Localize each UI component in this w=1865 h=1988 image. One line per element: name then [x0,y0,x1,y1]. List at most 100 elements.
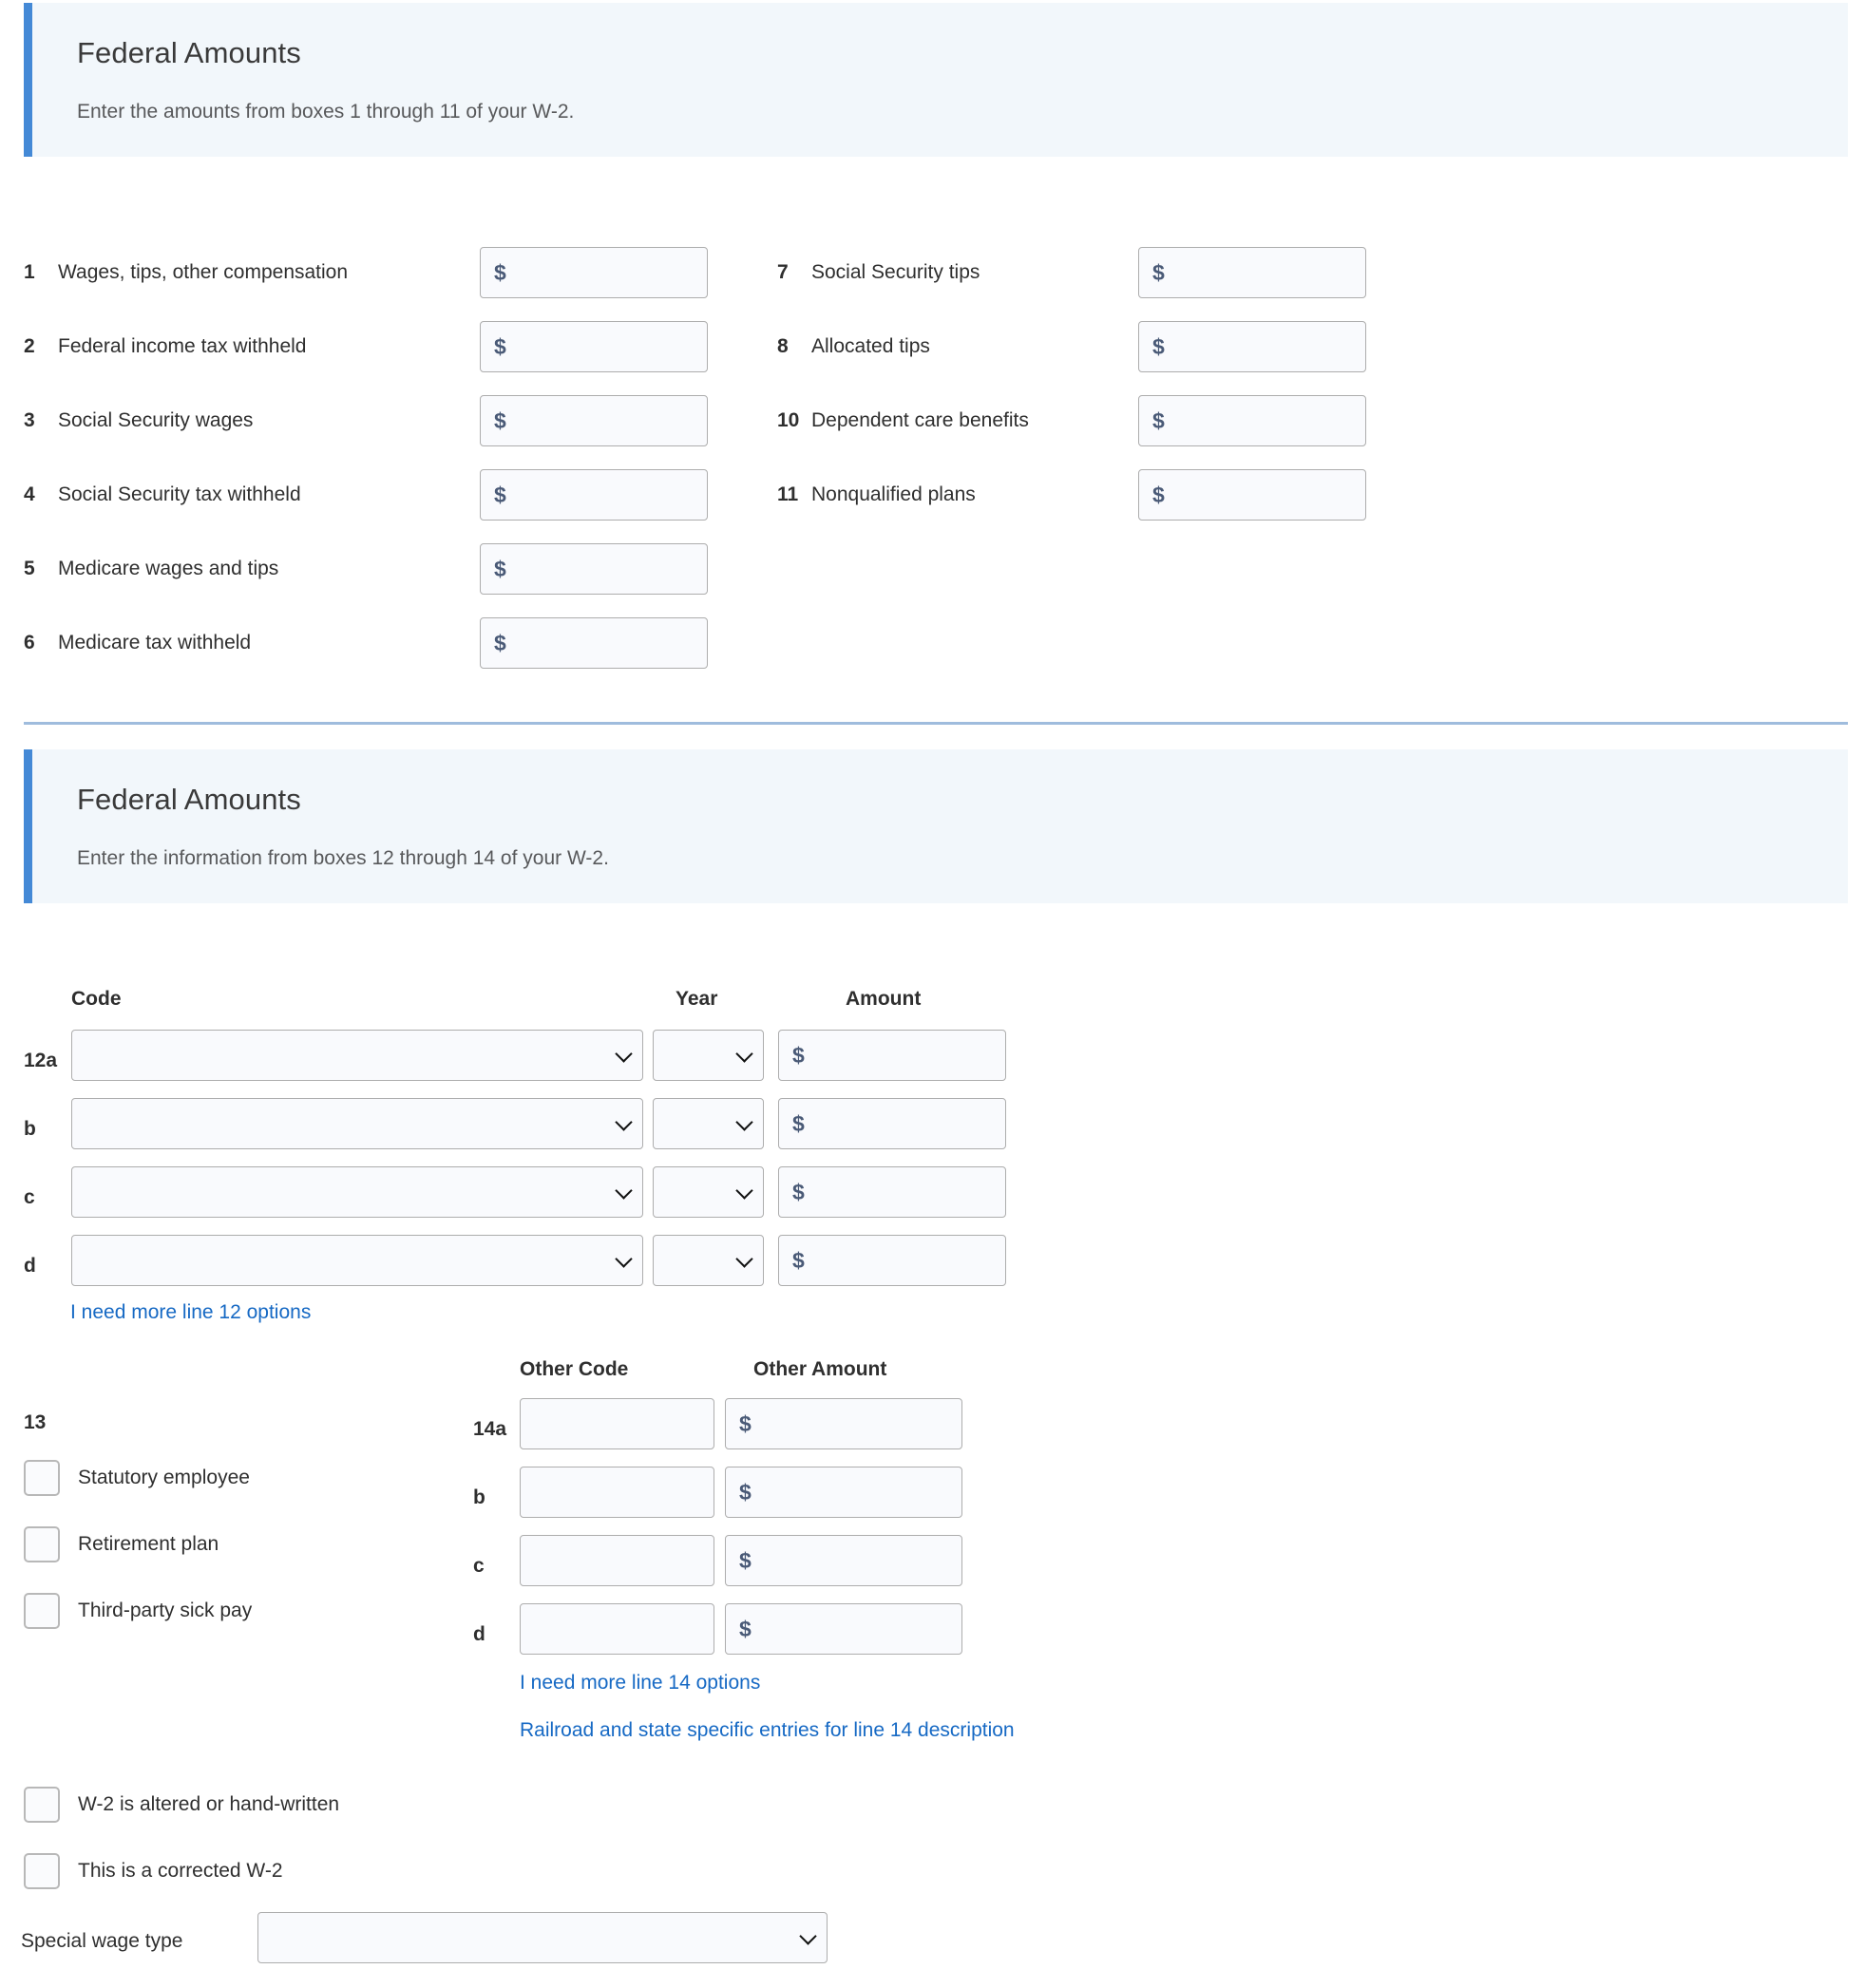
input-box14b-code[interactable] [520,1467,714,1518]
select-box12a-code[interactable] [71,1030,643,1081]
section-divider [24,722,1848,725]
column-header-other-amount: Other Amount [753,1358,887,1380]
field-number-4: 4 [24,483,35,505]
dollar-icon: $ [739,1547,752,1573]
field-number-10: 10 [777,409,800,431]
field-number-3: 3 [24,409,35,431]
field-number-2: 2 [24,335,35,357]
field-number-11: 11 [777,483,799,505]
input-box12b-amount[interactable]: $ [778,1098,1006,1149]
input-wages-tips-other-compensation[interactable]: $ [480,247,708,298]
row-marker-13: 13 [24,1411,47,1433]
dollar-icon: $ [739,1479,752,1505]
dollar-icon: $ [494,630,506,655]
section2-banner: Federal Amounts Enter the information fr… [24,749,1848,904]
checkbox-statutory-employee[interactable] [24,1460,60,1496]
checkbox-w2-altered-or-handwritten[interactable] [24,1787,60,1823]
field-number-8: 8 [777,335,789,357]
dollar-icon: $ [494,259,506,285]
field-label-nonqualified-plans: Nonqualified plans [811,483,976,505]
select-special-wage-type[interactable] [257,1912,828,1963]
select-box12c-year[interactable] [653,1166,764,1218]
field-label-federal-income-tax-withheld: Federal income tax withheld [58,335,307,357]
dollar-icon: $ [739,1411,752,1436]
row-marker-12a: 12a [24,1050,58,1071]
column-header-amount: Amount [846,988,922,1010]
row-marker-12c: c [24,1186,35,1208]
checkbox-row-retirement-plan[interactable]: Retirement plan [24,1526,219,1562]
dollar-icon: $ [792,1247,805,1273]
row-marker-12b: b [24,1118,36,1140]
select-box12b-year[interactable] [653,1098,764,1149]
field-row-4: 4 Social Security tax withheld [24,469,301,521]
w2-federal-amounts-form: Federal Amounts Enter the amounts from b… [0,0,1865,1988]
checkbox-label-third-party-sick-pay: Third-party sick pay [78,1600,253,1621]
field-label-social-security-tips: Social Security tips [811,261,980,283]
input-box14a-amount[interactable]: $ [725,1398,962,1449]
row-marker-14c: c [473,1555,485,1577]
field-label-social-security-tax-withheld: Social Security tax withheld [58,483,301,505]
input-social-security-wages[interactable]: $ [480,395,708,446]
input-allocated-tips[interactable]: $ [1138,321,1366,372]
input-box14b-amount[interactable]: $ [725,1467,962,1518]
input-nonqualified-plans[interactable]: $ [1138,469,1366,521]
section1-banner: Federal Amounts Enter the amounts from b… [24,3,1848,158]
input-box14c-code[interactable] [520,1535,714,1586]
dollar-icon: $ [494,482,506,507]
dollar-icon: $ [1152,259,1165,285]
input-federal-income-tax-withheld[interactable]: $ [480,321,708,372]
link-more-line-12-options[interactable]: I need more line 12 options [70,1301,311,1324]
checkbox-label-corrected-w2: This is a corrected W-2 [78,1860,283,1882]
dollar-icon: $ [1152,407,1165,433]
label-special-wage-type: Special wage type [21,1930,183,1952]
checkbox-row-third-party-sick-pay[interactable]: Third-party sick pay [24,1593,252,1629]
field-label-medicare-wages-and-tips: Medicare wages and tips [58,558,279,579]
input-box14d-amount[interactable]: $ [725,1603,962,1655]
checkbox-row-statutory-employee[interactable]: Statutory employee [24,1460,250,1496]
input-box12c-amount[interactable]: $ [778,1166,1006,1218]
field-label-medicare-tax-withheld: Medicare tax withheld [58,632,252,653]
input-social-security-tips[interactable]: $ [1138,247,1366,298]
checkbox-corrected-w2[interactable] [24,1853,60,1889]
input-box14a-code[interactable] [520,1398,714,1449]
link-railroad-state-specific-entries[interactable]: Railroad and state specific entries for … [520,1719,1015,1742]
dollar-icon: $ [1152,333,1165,359]
chevron-down-icon [799,1927,817,1945]
checkbox-label-w2-altered-or-handwritten: W-2 is altered or hand-written [78,1793,340,1815]
input-box12d-amount[interactable]: $ [778,1235,1006,1286]
chevron-down-icon [615,1113,633,1131]
field-row-8: 8 Allocated tips [777,321,930,372]
select-box12b-code[interactable] [71,1098,643,1149]
field-label-wages-tips-other-compensation: Wages, tips, other compensation [58,261,349,283]
input-box14c-amount[interactable]: $ [725,1535,962,1586]
row-marker-14d: d [473,1623,485,1645]
input-medicare-tax-withheld[interactable]: $ [480,617,708,669]
select-box12a-year[interactable] [653,1030,764,1081]
dollar-icon: $ [739,1616,752,1641]
select-box12d-year[interactable] [653,1235,764,1286]
input-medicare-wages-and-tips[interactable]: $ [480,543,708,595]
field-row-11: 11 Nonqualified plans [777,469,976,521]
input-box14d-code[interactable] [520,1603,714,1655]
column-header-other-code: Other Code [520,1358,629,1380]
checkbox-row-corrected-w2[interactable]: This is a corrected W-2 [24,1853,283,1889]
field-row-2: 2 Federal income tax withheld [24,321,306,372]
input-social-security-tax-withheld[interactable]: $ [480,469,708,521]
select-box12d-code[interactable] [71,1235,643,1286]
link-more-line-14-options[interactable]: I need more line 14 options [520,1672,760,1695]
dollar-icon: $ [792,1110,805,1136]
checkbox-retirement-plan[interactable] [24,1526,60,1562]
field-label-dependent-care-benefits: Dependent care benefits [811,409,1029,431]
checkbox-third-party-sick-pay[interactable] [24,1593,60,1629]
chevron-down-icon [735,1250,753,1268]
field-row-5: 5 Medicare wages and tips [24,543,278,595]
field-row-10: 10 Dependent care benefits [777,395,1029,446]
input-box12a-amount[interactable]: $ [778,1030,1006,1081]
field-row-1: 1 Wages, tips, other compensation [24,247,348,298]
select-box12c-code[interactable] [71,1166,643,1218]
chevron-down-icon [615,1182,633,1200]
checkbox-row-w2-altered-or-handwritten[interactable]: W-2 is altered or hand-written [24,1787,339,1823]
input-dependent-care-benefits[interactable]: $ [1138,395,1366,446]
row-marker-12d: d [24,1255,36,1277]
chevron-down-icon [615,1250,633,1268]
